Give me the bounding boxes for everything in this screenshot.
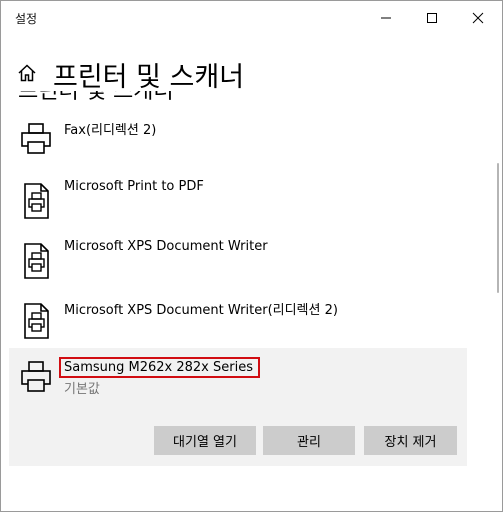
page-title: 프린터 및 스캐너 — [53, 62, 245, 93]
page-header: 프린터 및 스캐너 — [1, 51, 502, 95]
remove-device-button[interactable]: 장치 제거 — [364, 426, 457, 455]
maximize-button[interactable] — [409, 1, 455, 35]
settings-window: 설정 프린터 및 스캐너 프린터 및 스캐너 — [0, 0, 503, 512]
close-icon — [472, 12, 484, 24]
printer-name: Microsoft XPS Document Writer(리디렉션 2) — [64, 303, 338, 318]
minimize-button[interactable] — [363, 1, 409, 35]
printer-icon — [21, 123, 51, 154]
printer-icon — [21, 361, 51, 392]
printer-name: Fax(리디렉션 2) — [64, 123, 157, 138]
section-heading-partial: 프린터 및 스캐너 — [18, 91, 174, 103]
printer-item-fax[interactable]: Fax(리디렉션 2) — [9, 114, 467, 172]
printer-name: Microsoft XPS Document Writer — [64, 239, 268, 254]
highlight-annotation — [59, 357, 260, 378]
title-bar[interactable]: 설정 — [1, 1, 502, 35]
home-icon[interactable] — [17, 63, 37, 83]
document-printer-icon — [24, 183, 49, 219]
printer-item-samsung-selected[interactable]: Samsung M262x 282x Series 기본값 대기열 열기 관리 … — [9, 348, 467, 466]
close-button[interactable] — [455, 1, 501, 35]
document-printer-icon — [24, 243, 49, 279]
manage-button[interactable]: 관리 — [263, 426, 355, 455]
open-queue-button[interactable]: 대기열 열기 — [154, 426, 256, 455]
scrollbar[interactable] — [497, 163, 499, 293]
maximize-icon — [427, 13, 437, 23]
window-title: 설정 — [15, 12, 38, 26]
minimize-icon — [381, 17, 391, 19]
document-printer-icon — [24, 303, 49, 339]
printer-item-pdf[interactable]: Microsoft Print to PDF — [9, 174, 467, 232]
printer-item-xps[interactable]: Microsoft XPS Document Writer — [9, 234, 467, 292]
printer-item-xps-redirect[interactable]: Microsoft XPS Document Writer(리디렉션 2) — [9, 294, 467, 352]
printer-status: 기본값 — [64, 382, 100, 397]
printer-name: Microsoft Print to PDF — [64, 179, 204, 194]
